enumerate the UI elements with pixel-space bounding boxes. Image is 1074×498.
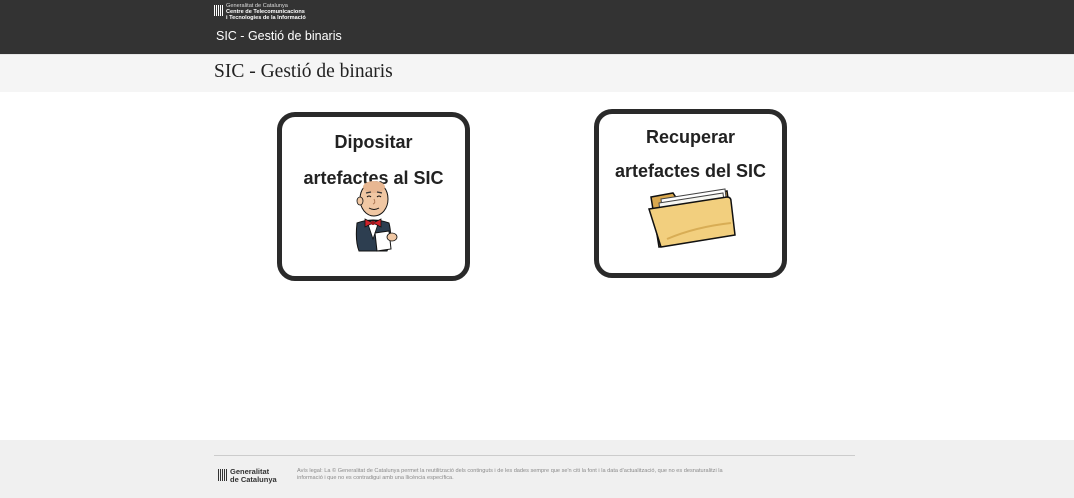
app-name-link[interactable]: SIC - Gestió de binaris (216, 29, 342, 43)
footer-logo[interactable]: Generalitat de Catalunya (218, 468, 277, 483)
retrieve-card-title-line-2: artefactes del SIC (614, 161, 767, 181)
jenkins-butler-icon (355, 181, 398, 252)
retrieve-card-title-line-1: Recuperar (645, 127, 736, 147)
folder-icon (648, 188, 736, 248)
retrieve-artifacts-button[interactable]: Recuperar artefactes del SIC (594, 109, 787, 278)
page-title-band: SIC - Gestió de binaris (0, 54, 1074, 92)
generalitat-emblem-icon (214, 5, 223, 16)
footer-logo-line-2: de Catalunya (230, 474, 277, 484)
header-logo-line-3: i Tecnologies de la Informació (226, 14, 306, 21)
legal-notice: Avís legal: La © Generalitat de Cataluny… (297, 468, 723, 481)
page-footer: Generalitat de Catalunya Avís legal: La … (0, 440, 1074, 498)
footer-divider (214, 455, 855, 456)
page-title: SIC - Gestió de binaris (214, 61, 393, 82)
generalitat-emblem-icon (218, 469, 227, 481)
header-logo-text: Generalitat de Catalunya Centre de Telec… (226, 3, 306, 21)
top-header: Generalitat de Catalunya Centre de Telec… (0, 0, 1074, 54)
deposit-artifacts-button[interactable]: Dipositar artefactes al SIC (277, 112, 470, 281)
header-logo[interactable]: Generalitat de Catalunya Centre de Telec… (214, 3, 306, 21)
deposit-card-title-line-1: Dipositar (334, 132, 413, 152)
footer-logo-text: Generalitat de Catalunya (230, 468, 277, 483)
